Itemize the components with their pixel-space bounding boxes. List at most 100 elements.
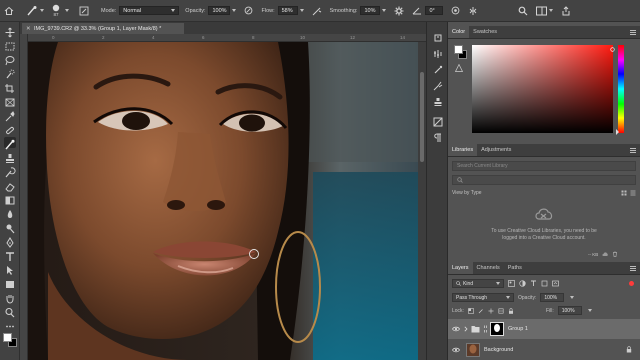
document-canvas[interactable]	[28, 42, 418, 360]
tab-paths[interactable]: Paths	[504, 262, 526, 274]
canvas-vertical-scrollbar[interactable]	[418, 42, 426, 360]
layer-fill-input[interactable]: 100%	[557, 306, 582, 315]
history-icon[interactable]	[433, 30, 443, 42]
filter-toggle-icon[interactable]	[629, 281, 634, 286]
gear-icon[interactable]	[394, 0, 404, 22]
panel-menu-icon[interactable]	[630, 148, 636, 153]
adjustment-layer-filter-icon[interactable]	[519, 280, 526, 287]
close-icon[interactable]: ✕	[26, 26, 31, 32]
type-layer-filter-icon[interactable]	[530, 280, 537, 287]
color-panel-foreground-swatch[interactable]	[454, 45, 463, 54]
type-tool-icon[interactable]	[4, 249, 16, 261]
tab-libraries[interactable]: Libraries	[448, 144, 478, 156]
lock-all-icon[interactable]	[508, 307, 514, 314]
grid-view-icon[interactable]	[621, 190, 627, 196]
symmetry-icon[interactable]	[468, 0, 478, 22]
panel-menu-icon[interactable]	[630, 266, 636, 271]
foreground-color-swatch[interactable]	[3, 333, 12, 342]
dodge-tool-icon[interactable]	[4, 221, 16, 234]
layer-mask-thumbnail[interactable]	[490, 322, 504, 336]
pen-tool-icon[interactable]	[4, 235, 16, 248]
chevron-right-icon[interactable]	[464, 326, 468, 332]
tab-channels[interactable]: Channels	[473, 262, 504, 274]
rectangle-tool-icon[interactable]	[4, 277, 16, 288]
airbrush-icon[interactable]	[312, 0, 322, 22]
gradient-tool-icon[interactable]	[4, 193, 16, 205]
brush-tool-preset-icon[interactable]	[26, 0, 44, 22]
chevron-down-icon[interactable]	[65, 9, 69, 12]
opacity-slider-toggle[interactable]	[570, 296, 575, 299]
more-tools-icon[interactable]	[4, 319, 16, 330]
smoothing-input[interactable]: 10%	[360, 6, 381, 15]
mask-link-icon[interactable]	[483, 325, 488, 333]
properties-icon[interactable]	[433, 46, 443, 58]
clone-source-icon[interactable]	[433, 94, 443, 106]
angle-input[interactable]: 0°	[425, 6, 444, 15]
opacity-slider-toggle[interactable]	[232, 9, 237, 12]
flow-input[interactable]: 58%	[277, 6, 298, 15]
tab-color[interactable]: Color	[448, 26, 470, 38]
fill-slider-toggle[interactable]	[587, 309, 592, 312]
opacity-input[interactable]: 100%	[208, 6, 231, 15]
library-search-input[interactable]	[452, 175, 636, 185]
blend-mode-select[interactable]: Pass Through	[452, 293, 514, 302]
panel-menu-icon[interactable]	[630, 30, 636, 35]
brushes-panel-icon[interactable]	[433, 78, 443, 91]
document-tab[interactable]: ✕ IMG_9739.CR2 @ 33.3% (Group 1, Layer M…	[22, 23, 184, 34]
lock-position-icon[interactable]	[488, 308, 494, 314]
eye-icon[interactable]	[452, 347, 460, 353]
paragraph-icon[interactable]	[433, 130, 443, 142]
move-tool-icon[interactable]	[4, 25, 16, 38]
shape-layer-filter-icon[interactable]	[541, 280, 548, 287]
tab-swatches[interactable]: Swatches	[469, 26, 501, 38]
search-icon[interactable]	[518, 0, 528, 22]
workspace-icon[interactable]	[536, 0, 554, 22]
color-field[interactable]	[472, 45, 615, 133]
tab-adjustments[interactable]: Adjustments	[477, 144, 515, 156]
view-by-select[interactable]: View by Type	[452, 190, 482, 196]
quick-selection-tool-icon[interactable]	[4, 67, 16, 79]
hue-slider[interactable]	[618, 45, 624, 133]
layer-filter-kind[interactable]: Kind	[452, 279, 504, 288]
brush-settings-panel-icon[interactable]	[433, 62, 443, 74]
eraser-tool-icon[interactable]	[4, 179, 16, 192]
lasso-tool-icon[interactable]	[4, 53, 16, 66]
lock-image-pixels-icon[interactable]	[478, 308, 484, 314]
frame-tool-icon[interactable]	[4, 95, 16, 107]
marquee-tool-icon[interactable]	[4, 39, 16, 51]
hand-tool-icon[interactable]	[4, 291, 16, 304]
artboard-lock-icon[interactable]	[498, 308, 504, 314]
adjustments-panel-icon[interactable]	[433, 114, 443, 127]
eyedropper-tool-icon[interactable]	[4, 109, 16, 122]
library-select[interactable]: Search Current Library	[452, 161, 636, 171]
healing-brush-tool-icon[interactable]	[4, 123, 16, 135]
zoom-tool-icon[interactable]	[4, 305, 16, 318]
angle-icon[interactable]	[412, 0, 422, 22]
history-brush-tool-icon[interactable]	[4, 165, 16, 178]
crop-tool-icon[interactable]	[4, 81, 16, 93]
lock-transparent-pixels-icon[interactable]	[468, 307, 474, 314]
layer-row-background[interactable]: Background	[448, 340, 640, 360]
brush-size-picker[interactable]: 87	[52, 0, 60, 22]
share-icon[interactable]	[561, 0, 571, 22]
lock-icon[interactable]	[626, 346, 632, 353]
eye-icon[interactable]	[452, 326, 460, 332]
mode-select[interactable]: Normal	[119, 6, 180, 15]
tab-layers[interactable]: Layers	[448, 262, 473, 274]
layer-opacity-input[interactable]: 100%	[540, 293, 565, 302]
pressure-opacity-icon[interactable]	[244, 0, 253, 22]
smoothing-slider-toggle[interactable]	[382, 9, 387, 12]
scrollbar-thumb[interactable]	[420, 72, 424, 162]
home-icon[interactable]	[4, 0, 14, 22]
trash-icon[interactable]	[612, 251, 618, 257]
layer-row-group-1[interactable]: Group 1	[448, 319, 640, 339]
list-view-icon[interactable]	[630, 190, 636, 196]
smart-object-filter-icon[interactable]	[552, 280, 559, 287]
pressure-size-icon[interactable]	[451, 0, 460, 22]
blur-tool-icon[interactable]	[4, 207, 16, 218]
out-of-gamut-warning-icon[interactable]	[455, 64, 463, 72]
hue-slider-marker[interactable]	[616, 129, 619, 135]
flow-slider-toggle[interactable]	[299, 9, 304, 12]
clone-stamp-tool-icon[interactable]	[4, 151, 16, 163]
brush-tool-icon[interactable]	[4, 137, 16, 150]
